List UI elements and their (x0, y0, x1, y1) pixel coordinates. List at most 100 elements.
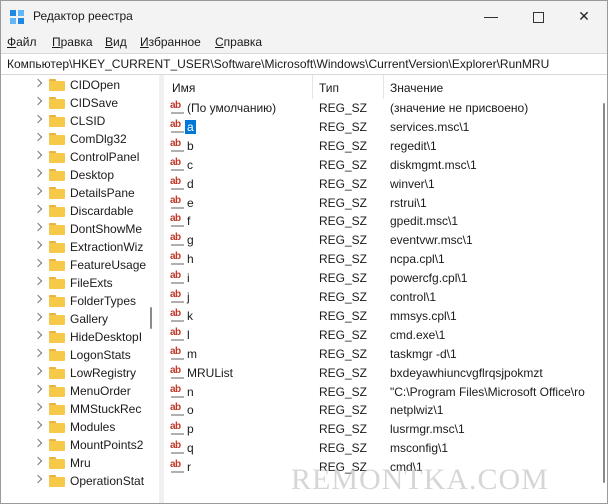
value-type: REG_SZ (319, 346, 368, 361)
value-type: REG_SZ (319, 233, 368, 248)
folder-icon (49, 367, 65, 379)
chevron-right-icon[interactable] (33, 276, 43, 286)
list-scrollbar[interactable] (601, 75, 607, 503)
key-tree-pane[interactable]: CIDOpen CIDSave CLSID ComDlg32 ControlPanel D… (1, 75, 159, 503)
tree-item[interactable]: ControlPanel (1, 148, 149, 166)
chevron-right-icon[interactable] (33, 132, 43, 142)
value-row[interactable]: ab j REG_SZ control\1 (164, 288, 607, 307)
tree-item[interactable]: FeatureUsage (1, 256, 149, 274)
tree-item[interactable]: Mru (1, 454, 149, 472)
tree-item[interactable]: LowRegistry (1, 364, 149, 382)
tree-item[interactable]: Modules (1, 418, 149, 436)
folder-icon (49, 241, 65, 253)
value-row[interactable]: ab q REG_SZ msconfig\1 (164, 439, 607, 458)
tree-item[interactable]: Discardable (1, 202, 149, 220)
chevron-right-icon[interactable] (33, 222, 43, 232)
value-row[interactable]: ab MRUList REG_SZ bxdeyawhiuncvgflrqsjpokmz… (164, 364, 607, 383)
tree-item[interactable]: LogonStats (1, 346, 149, 364)
column-divider[interactable] (383, 75, 384, 99)
string-value-icon: ab (170, 440, 185, 455)
value-row[interactable]: ab h REG_SZ ncpa.cpl\1 (164, 250, 607, 269)
chevron-right-icon[interactable] (33, 474, 43, 484)
value-row[interactable]: ab o REG_SZ netplwiz\1 (164, 401, 607, 420)
chevron-right-icon[interactable] (33, 186, 43, 196)
list-scroll-thumb[interactable] (603, 103, 605, 483)
tree-item[interactable]: FolderTypes (1, 292, 149, 310)
tree-item[interactable]: MountPoints2 (1, 436, 149, 454)
values-list-pane[interactable]: Имя Тип Значение ab (По умолчанию) REG_SZ(… (164, 75, 607, 503)
value-data: lusrmgr.msc\1 (390, 422, 465, 437)
chevron-right-icon[interactable] (33, 348, 43, 358)
title-bar[interactable]: Редактор реестра — ✕ (1, 1, 607, 31)
value-row[interactable]: ab d REG_SZ winver\1 (164, 175, 607, 194)
value-row[interactable]: ab f REG_SZ gpedit.msc\1 (164, 212, 607, 231)
maximize-button[interactable] (515, 1, 561, 31)
tree-item[interactable]: MMStuckRec (1, 400, 149, 418)
tree-item[interactable]: Gallery (1, 310, 149, 328)
value-row[interactable]: ab k REG_SZ mmsys.cpl\1 (164, 307, 607, 326)
tree-item[interactable]: DontShowMe (1, 220, 149, 238)
value-row[interactable]: ab a REG_SZ services.msc\1 (164, 118, 607, 137)
chevron-right-icon[interactable] (33, 456, 43, 466)
value-row[interactable]: ab (По умолчанию) REG_SZ (значение не присв… (164, 99, 607, 118)
tree-item[interactable]: Desktop (1, 166, 149, 184)
value-row[interactable]: ab n REG_SZ "C:\Program Files\Microsoft Off… (164, 383, 607, 402)
column-header-type[interactable]: Тип (319, 81, 339, 95)
column-divider[interactable] (312, 75, 313, 99)
chevron-right-icon[interactable] (33, 384, 43, 394)
tree-item[interactable]: FileExts (1, 274, 149, 292)
value-data: control\1 (390, 290, 437, 304)
minimize-button[interactable]: — (468, 1, 514, 31)
tree-item[interactable]: CIDOpen (1, 76, 149, 94)
menu-edit[interactable]: Правка (52, 35, 93, 49)
folder-icon (49, 115, 65, 127)
value-row[interactable]: ab g REG_SZ eventvwr.msc\1 (164, 231, 607, 250)
chevron-right-icon[interactable] (33, 294, 43, 304)
value-row[interactable]: ab l REG_SZ cmd.exe\1 (164, 326, 607, 345)
tree-item[interactable]: OperationStat (1, 472, 149, 490)
tree-item[interactable]: CLSID (1, 112, 149, 130)
menu-view[interactable]: Вид (105, 35, 127, 49)
tree-item[interactable]: CIDSave (1, 94, 149, 112)
value-row[interactable]: ab m REG_SZ taskmgr -d\1 (164, 345, 607, 364)
chevron-right-icon[interactable] (33, 168, 43, 178)
tree-scroll-thumb[interactable] (150, 307, 152, 329)
value-data: mmsys.cpl\1 (390, 308, 457, 323)
menu-favorites[interactable]: Избранное (140, 35, 201, 49)
chevron-right-icon[interactable] (33, 402, 43, 412)
chevron-right-icon[interactable] (33, 258, 43, 268)
address-path[interactable]: Компьютер\HKEY_CURRENT_USER\Software\Mic… (7, 57, 549, 71)
chevron-right-icon[interactable] (33, 96, 43, 106)
column-header-value[interactable]: Значение (390, 81, 443, 95)
value-data: "C:\Program Files\Microsoft Office\ro (390, 384, 585, 399)
value-name: m (187, 346, 197, 361)
tree-item[interactable]: ExtractionWiz (1, 238, 149, 256)
chevron-right-icon[interactable] (33, 312, 43, 322)
menu-help[interactable]: Справка (215, 35, 262, 49)
chevron-right-icon[interactable] (33, 366, 43, 376)
close-button[interactable]: ✕ (561, 1, 607, 31)
tree-item[interactable]: HideDesktopI (1, 328, 149, 346)
chevron-right-icon[interactable] (33, 438, 43, 448)
chevron-right-icon[interactable] (33, 78, 43, 88)
tree-item[interactable]: DetailsPane (1, 184, 149, 202)
chevron-right-icon[interactable] (33, 330, 43, 340)
value-row[interactable]: ab e REG_SZ rstrui\1 (164, 194, 607, 213)
address-bar[interactable]: Компьютер\HKEY_CURRENT_USER\Software\Mic… (1, 53, 607, 75)
menu-file[interactable]: Файл (7, 35, 37, 49)
tree-item[interactable]: ComDlg32 (1, 130, 149, 148)
chevron-right-icon[interactable] (33, 204, 43, 214)
column-header-name[interactable]: Имя (172, 81, 195, 95)
value-row[interactable]: ab i REG_SZ powercfg.cpl\1 (164, 269, 607, 288)
value-row[interactable]: ab p REG_SZ lusrmgr.msc\1 (164, 420, 607, 439)
folder-icon (49, 439, 65, 451)
value-row[interactable]: ab c REG_SZ diskmgmt.msc\1 (164, 156, 607, 175)
chevron-right-icon[interactable] (33, 114, 43, 124)
chevron-right-icon[interactable] (33, 240, 43, 250)
chevron-right-icon[interactable] (33, 150, 43, 160)
chevron-right-icon[interactable] (33, 420, 43, 430)
tree-scrollbar[interactable] (149, 75, 155, 503)
string-value-icon: ab (170, 327, 185, 342)
tree-item[interactable]: MenuOrder (1, 382, 149, 400)
value-row[interactable]: ab b REG_SZ regedit\1 (164, 137, 607, 156)
